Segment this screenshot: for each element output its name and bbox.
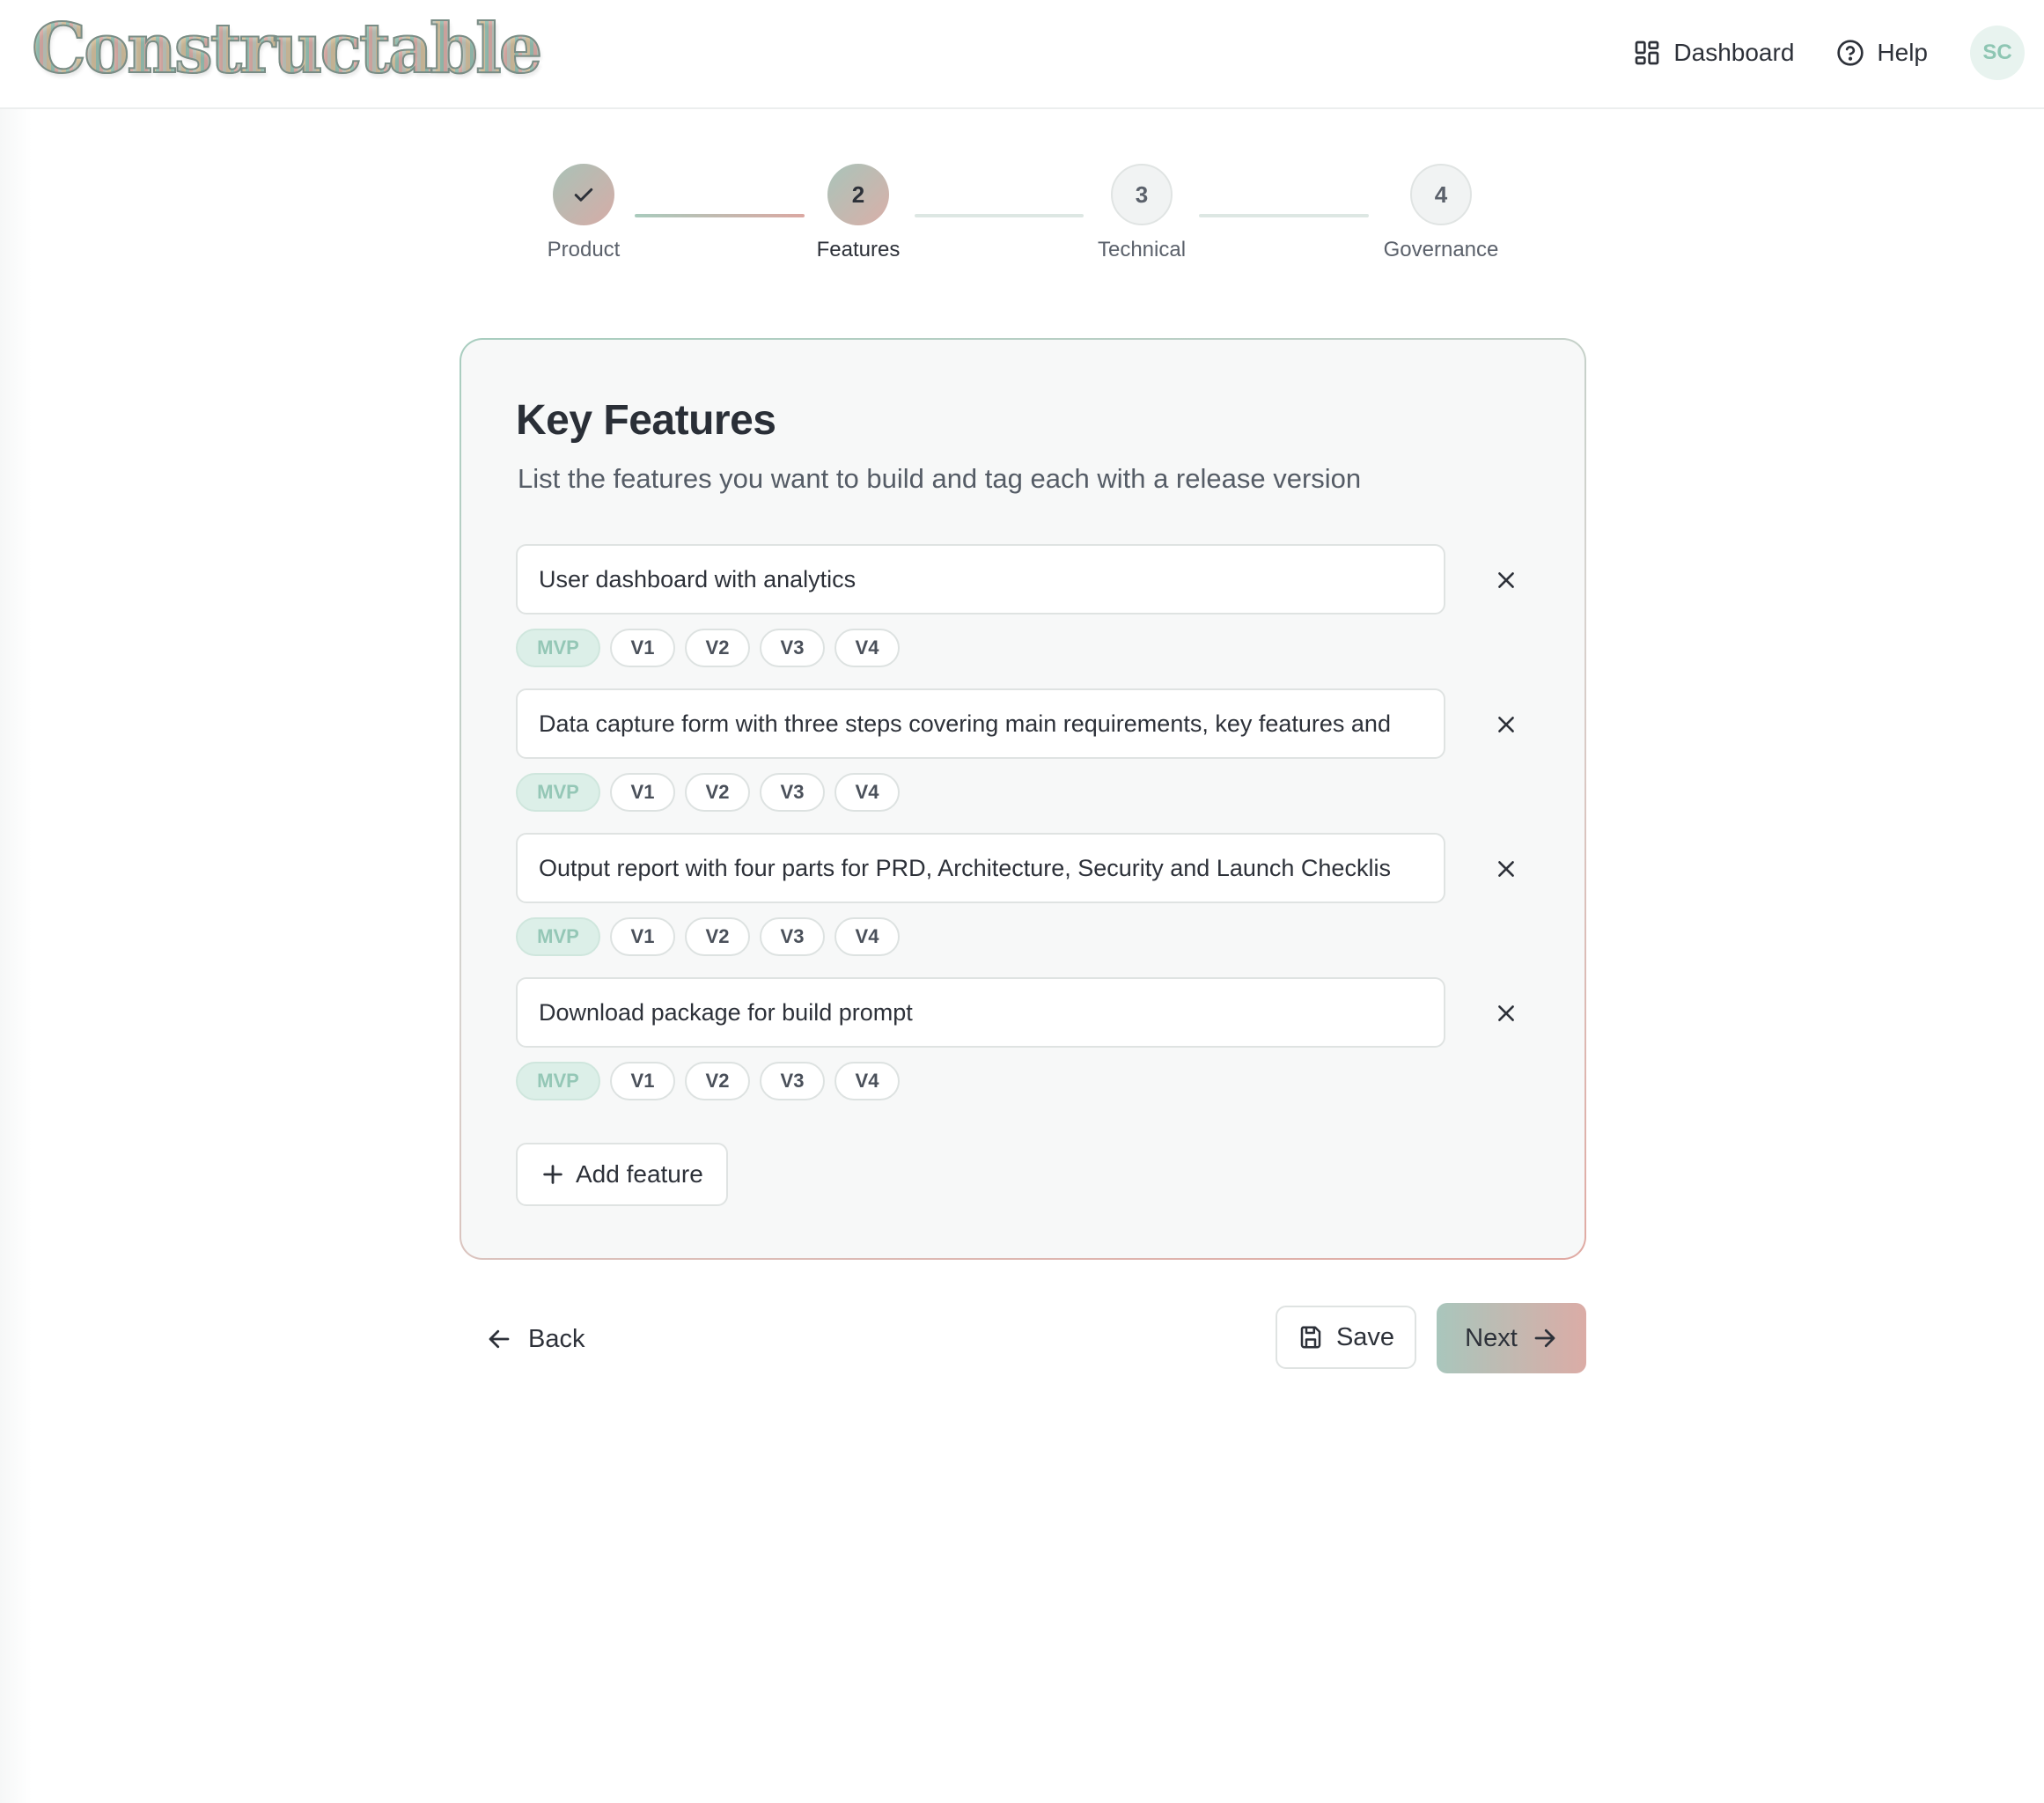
plus-icon bbox=[543, 1165, 562, 1184]
card-title: Key Features bbox=[516, 397, 776, 444]
top-header: Constructable Dashboard Help SC bbox=[0, 0, 2044, 109]
remove-feature-button[interactable] bbox=[1484, 558, 1528, 602]
add-feature-button[interactable]: Add feature bbox=[516, 1143, 728, 1206]
logo-text: Constructable bbox=[31, 9, 543, 89]
tag-mvp[interactable]: MVP bbox=[516, 773, 600, 812]
tag-v2[interactable]: V2 bbox=[685, 1062, 750, 1100]
tag-v2[interactable]: V2 bbox=[685, 773, 750, 812]
tag-v2[interactable]: V2 bbox=[685, 917, 750, 956]
add-feature-label: Add feature bbox=[576, 1160, 703, 1188]
tag-v4[interactable]: V4 bbox=[835, 773, 900, 812]
version-tag-group: MVP V1 V2 V3 V4 bbox=[516, 629, 900, 667]
top-nav: Dashboard Help SC bbox=[1633, 25, 2044, 81]
back-label: Back bbox=[528, 1324, 585, 1353]
logo[interactable]: Constructable bbox=[31, 12, 543, 86]
remove-feature-button[interactable] bbox=[1484, 847, 1528, 891]
tag-v1[interactable]: V1 bbox=[610, 773, 675, 812]
save-button[interactable]: Save bbox=[1276, 1306, 1416, 1369]
close-icon bbox=[1498, 717, 1514, 732]
step-1-circle bbox=[553, 164, 614, 225]
step-features[interactable]: 2 Features bbox=[770, 164, 946, 262]
version-tag-group: MVP V1 V2 V3 V4 bbox=[516, 773, 900, 812]
tag-mvp[interactable]: MVP bbox=[516, 629, 600, 667]
arrow-left-icon bbox=[489, 1329, 510, 1349]
arrow-right-icon bbox=[1534, 1328, 1555, 1348]
nav-help-link[interactable]: Help bbox=[1836, 39, 1928, 67]
feature-input[interactable] bbox=[516, 688, 1445, 759]
step-4-circle: 4 bbox=[1410, 164, 1472, 225]
step-technical[interactable]: 3 Technical bbox=[1054, 164, 1230, 262]
help-circle-icon bbox=[1837, 40, 1864, 66]
page-edge-shade bbox=[0, 109, 32, 1803]
step-3-circle: 3 bbox=[1111, 164, 1173, 225]
feature-input[interactable] bbox=[516, 977, 1445, 1048]
step-product[interactable]: Product bbox=[496, 164, 672, 262]
remove-feature-button[interactable] bbox=[1484, 703, 1528, 747]
step-2-circle: 2 bbox=[827, 164, 889, 225]
close-icon bbox=[1498, 861, 1514, 877]
card-subtitle: List the features you want to build and … bbox=[518, 463, 1362, 494]
tag-v4[interactable]: V4 bbox=[835, 629, 900, 667]
check-icon bbox=[574, 188, 593, 202]
key-features-card: Key Features List the features you want … bbox=[460, 338, 1586, 1260]
dashboard-icon bbox=[1636, 40, 1659, 65]
tag-v3[interactable]: V3 bbox=[760, 917, 825, 956]
close-icon bbox=[1498, 572, 1514, 588]
close-icon bbox=[1498, 1005, 1514, 1021]
tag-v4[interactable]: V4 bbox=[835, 1062, 900, 1100]
save-label: Save bbox=[1335, 1322, 1395, 1351]
save-icon bbox=[1300, 1326, 1321, 1349]
step-3-label: Technical bbox=[1097, 238, 1187, 261]
step-2-label: Features bbox=[816, 238, 901, 261]
next-label: Next bbox=[1465, 1323, 1518, 1352]
progress-stepper: Product 2 Features 3 Technical 4 Governa… bbox=[0, 164, 2044, 278]
step-1-label: Product bbox=[547, 238, 621, 261]
nav-help-label: Help bbox=[1877, 39, 1928, 66]
tag-v1[interactable]: V1 bbox=[610, 1062, 675, 1100]
next-button[interactable]: Next bbox=[1437, 1303, 1586, 1373]
tag-mvp[interactable]: MVP bbox=[516, 1062, 600, 1100]
back-button[interactable]: Back bbox=[486, 1308, 585, 1370]
tag-v3[interactable]: V3 bbox=[760, 629, 825, 667]
tag-v3[interactable]: V3 bbox=[760, 773, 825, 812]
user-avatar[interactable]: SC bbox=[1970, 26, 2025, 80]
feature-input[interactable] bbox=[516, 544, 1445, 614]
version-tag-group: MVP V1 V2 V3 V4 bbox=[516, 917, 900, 956]
tag-mvp[interactable]: MVP bbox=[516, 917, 600, 956]
step-governance[interactable]: 4 Governance bbox=[1353, 164, 1529, 262]
version-tag-group: MVP V1 V2 V3 V4 bbox=[516, 1062, 900, 1100]
feature-input[interactable] bbox=[516, 833, 1445, 903]
nav-dashboard-link[interactable]: Dashboard bbox=[1633, 39, 1794, 67]
remove-feature-button[interactable] bbox=[1484, 991, 1528, 1035]
step-4-label: Governance bbox=[1383, 238, 1499, 261]
tag-v1[interactable]: V1 bbox=[610, 629, 675, 667]
tag-v4[interactable]: V4 bbox=[835, 917, 900, 956]
tag-v1[interactable]: V1 bbox=[610, 917, 675, 956]
tag-v3[interactable]: V3 bbox=[760, 1062, 825, 1100]
tag-v2[interactable]: V2 bbox=[685, 629, 750, 667]
nav-dashboard-label: Dashboard bbox=[1673, 39, 1795, 66]
